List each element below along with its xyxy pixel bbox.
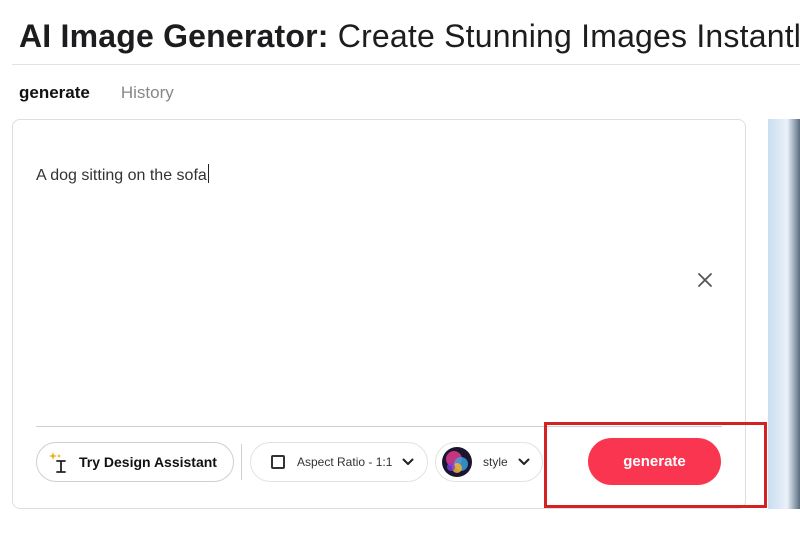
page-title-strong: AI Image Generator: xyxy=(19,18,329,54)
chevron-down-icon xyxy=(402,458,414,466)
sparkle-cursor-icon xyxy=(49,452,66,473)
checkbox-icon xyxy=(271,455,285,469)
page-title-rest: Create Stunning Images Instantly xyxy=(328,18,800,54)
style-label: style xyxy=(483,455,508,469)
tab-bar: generate History xyxy=(19,82,174,104)
aspect-ratio-dropdown[interactable]: Aspect Ratio - 1:1 xyxy=(250,442,428,482)
close-icon xyxy=(698,273,712,287)
page-title: AI Image Generator: Create Stunning Imag… xyxy=(19,16,800,56)
highlight-annotation-box xyxy=(544,422,767,508)
style-thumbnail xyxy=(442,447,472,477)
style-dropdown[interactable]: style xyxy=(435,442,543,482)
tab-history[interactable]: History xyxy=(121,82,174,104)
chevron-down-icon xyxy=(518,458,530,466)
header-divider xyxy=(12,64,800,65)
clear-prompt-button[interactable] xyxy=(694,269,716,291)
try-design-assistant-label: Try Design Assistant xyxy=(79,454,217,470)
try-design-assistant-button[interactable]: Try Design Assistant xyxy=(36,442,234,482)
toolbar-separator xyxy=(241,444,242,480)
tab-generate[interactable]: generate xyxy=(19,82,90,104)
text-caret xyxy=(207,164,209,183)
image-preview-panel xyxy=(768,119,800,509)
prompt-input[interactable]: A dog sitting on the sofa xyxy=(36,164,676,384)
prompt-text: A dog sitting on the sofa xyxy=(36,167,207,184)
app-page: AI Image Generator: Create Stunning Imag… xyxy=(0,0,800,535)
aspect-ratio-label: Aspect Ratio - 1:1 xyxy=(297,455,393,469)
